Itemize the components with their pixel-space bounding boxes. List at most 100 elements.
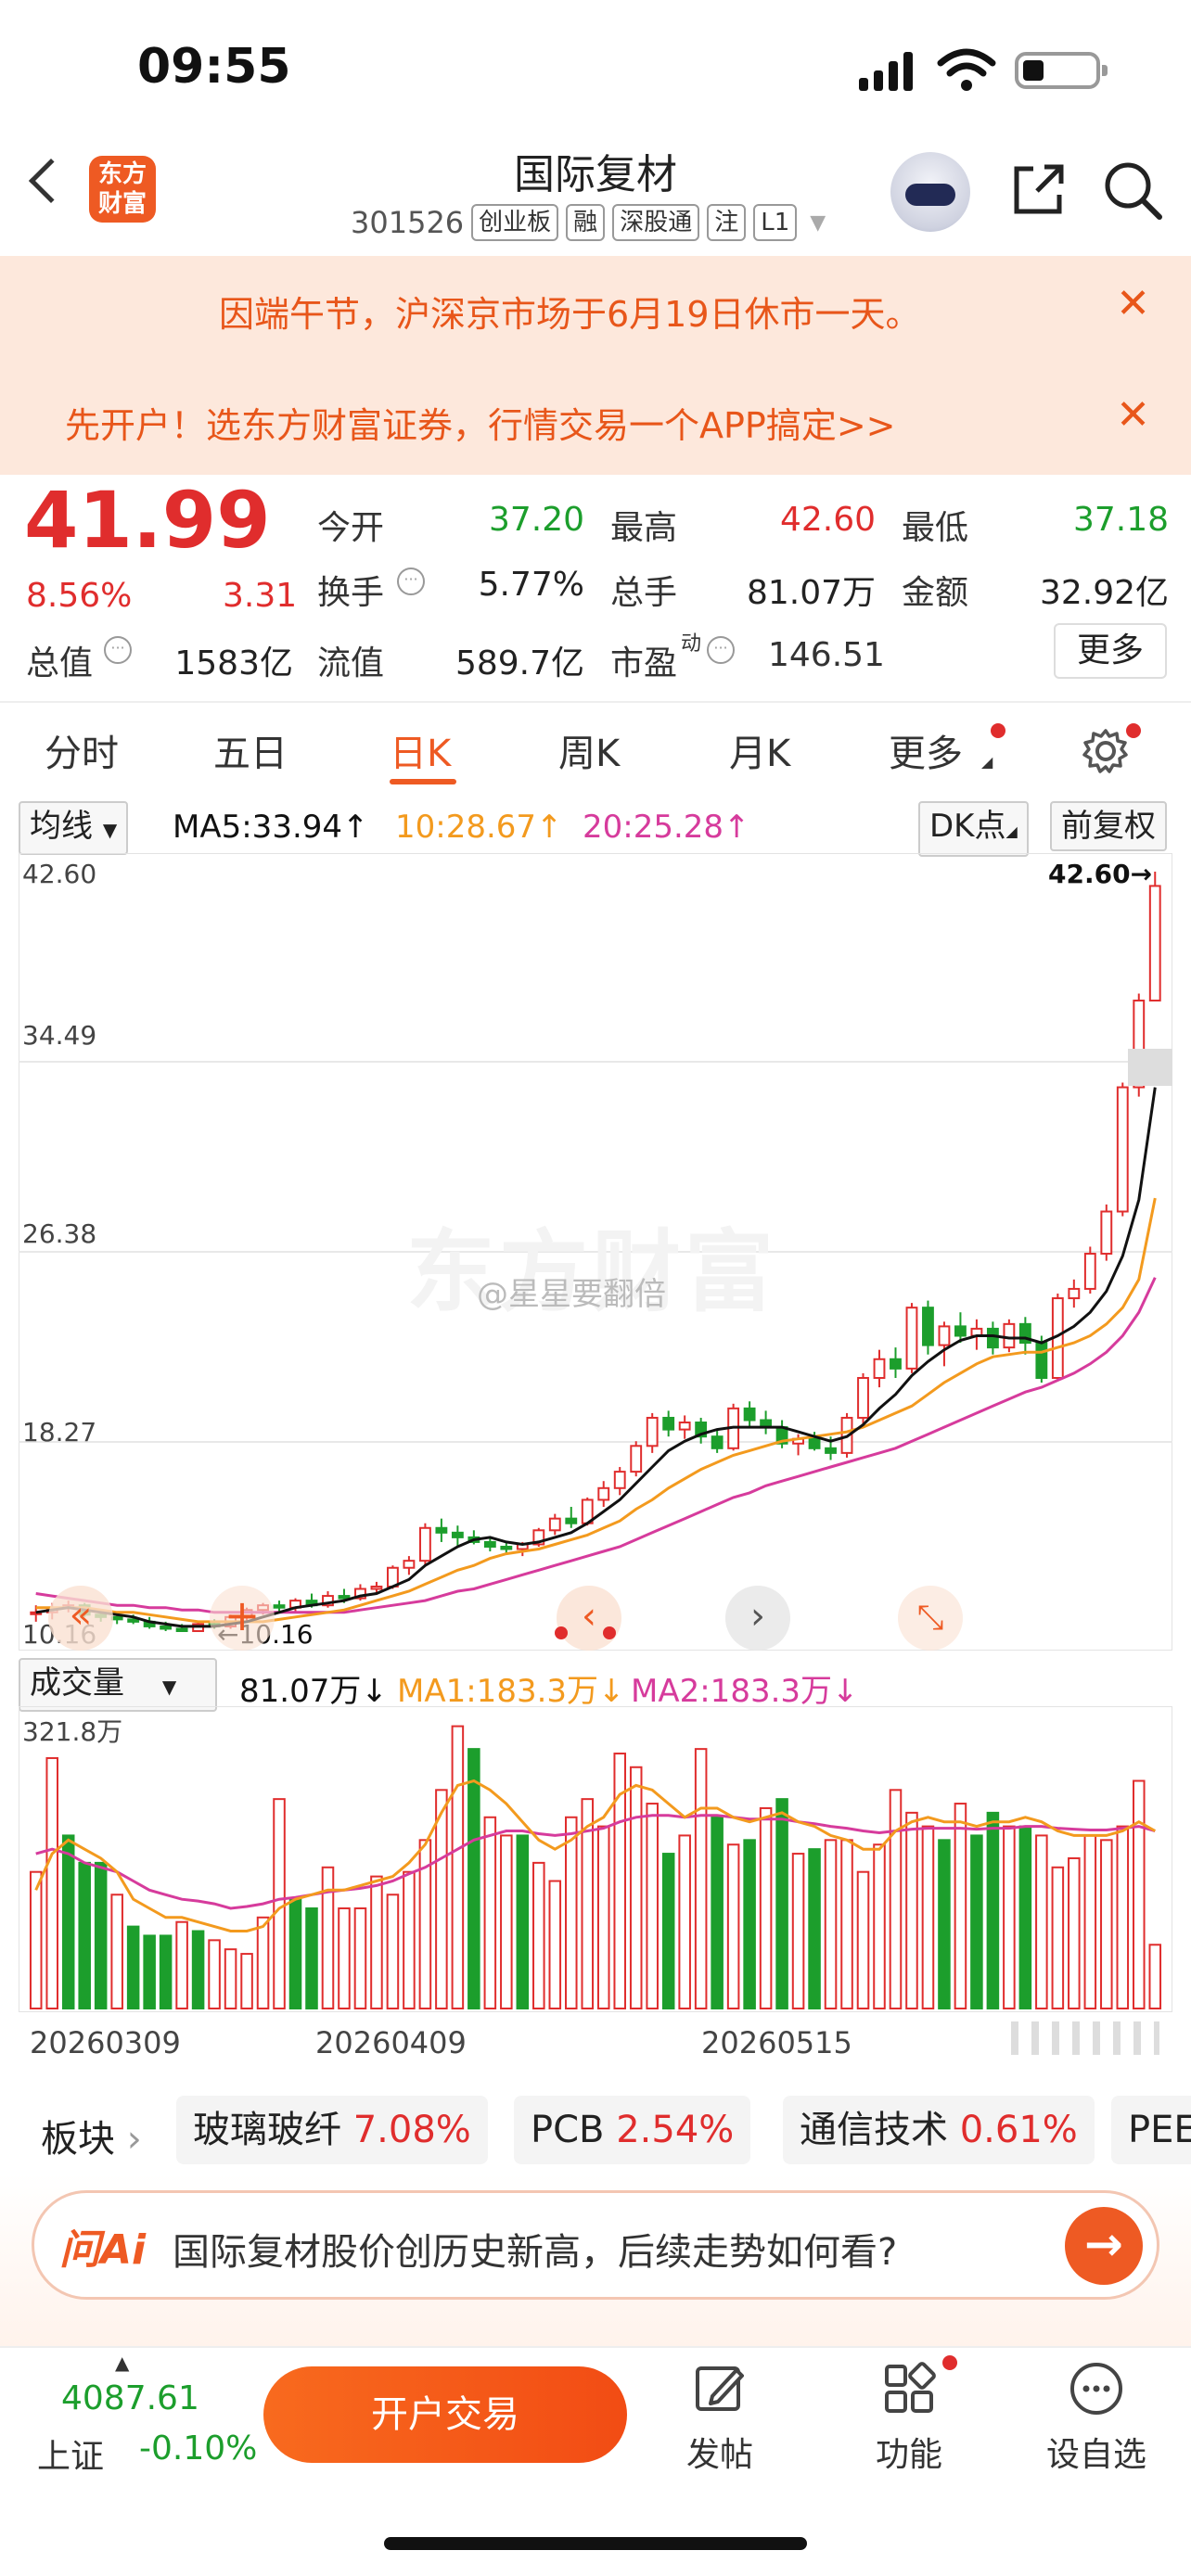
candle-body [418, 1526, 431, 1562]
volume-svg [19, 1706, 1172, 2012]
notice-banners: 因端午节，沪深京市场于6月19日休市一天。 ✕ 先开户！选东方财富证券，行情交易… [0, 256, 1191, 475]
stock-subtitle[interactable]: 301526 创业板 融 深股通 注 L1 ▼ [351, 204, 826, 241]
high-marker: 42.60→ [1048, 859, 1153, 889]
ai-question[interactable]: 国际复材股价创历史新高，后续走势如何看? [173, 2222, 897, 2276]
volume-ma2: MA2:183.3万↓ [631, 1673, 859, 1710]
volume-value: 81.07万↓ [239, 1673, 388, 1710]
ma10-value: 10:28.67↑ [395, 809, 563, 846]
volume-bar [29, 1870, 43, 2009]
nav-label-functions[interactable]: 功能 [844, 2428, 974, 2476]
volume-bar [78, 1861, 91, 2009]
candle-body [160, 1625, 173, 1630]
sector-chip[interactable]: PEE [1111, 2096, 1191, 2164]
volume-bar [986, 1811, 1000, 2009]
volume-selector-label: 成交量 [30, 1664, 124, 1702]
more-icon[interactable] [1069, 2361, 1124, 2417]
kline-chart[interactable]: 42.60 34.49 26.38 18.27 10.16 42.60→ ←10… [19, 853, 1172, 1651]
info-icon[interactable]: ··· [104, 636, 132, 664]
volume-bar [678, 1834, 691, 2009]
tab-intraday[interactable]: 分时 [45, 723, 119, 777]
volume-bar [321, 1866, 335, 2009]
candle-body [370, 1585, 383, 1590]
volume-bar [905, 1811, 918, 2009]
volume-bar [467, 1748, 480, 2010]
close-icon[interactable]: ✕ [1116, 391, 1150, 439]
battery-icon [1015, 52, 1108, 89]
sector-chip[interactable]: 玻璃玻纤 7.08% [176, 2096, 488, 2164]
volume-bar [45, 1756, 58, 2010]
ma5-value: MA5:33.94↑ [173, 809, 369, 846]
candle-body [403, 1560, 416, 1569]
candle-body [273, 1604, 286, 1609]
info-icon[interactable]: ··· [707, 636, 735, 664]
tab-five-day[interactable]: 五日 [213, 723, 288, 777]
tab-monthly-k[interactable]: 月K [729, 723, 790, 777]
price-adjust-button[interactable]: 前复权 [1050, 801, 1167, 851]
tab-daily-k[interactable]: 日K [390, 723, 451, 777]
active-tab-indicator [390, 779, 456, 784]
y-tick-label: 34.49 [22, 1020, 97, 1051]
index-value[interactable]: 4087.61 [61, 2379, 199, 2417]
value-turnover: 5.77% [478, 566, 584, 604]
fullscreen-icon[interactable]: ⤡ [898, 1586, 963, 1651]
gear-icon[interactable] [1080, 725, 1132, 777]
sector-label[interactable]: 板块 › [41, 2109, 142, 2162]
dk-point-button[interactable]: DK点◢ [918, 801, 1029, 857]
volume-bar [288, 1898, 302, 2009]
volume-chart[interactable]: 321.8万 [19, 1706, 1172, 2012]
first-page-icon[interactable]: « [48, 1586, 113, 1651]
volume-bar [126, 1925, 140, 2010]
ma5-line [35, 1087, 1157, 1628]
change-percent: 8.56% [26, 577, 133, 615]
volume-bar [143, 1934, 156, 2010]
more-quote-button[interactable]: 更多 [1054, 623, 1167, 679]
trade-button[interactable]: 开户交易 [263, 2366, 627, 2463]
search-icon[interactable] [1102, 159, 1163, 221]
volume-indicator-selector[interactable]: 成交量 ▼ [19, 1658, 217, 1712]
sector-row: 板块 › 玻璃玻纤 7.08% PCB 2.54% 通信技术 0.61% PEE [0, 2088, 1191, 2174]
candle-body [678, 1422, 691, 1431]
candle-body [954, 1325, 967, 1337]
open-account-promo[interactable]: 先开户！选东方财富证券，行情交易一个APP搞定>> [65, 397, 896, 448]
indicator-selector[interactable]: 均线 ▼ [19, 801, 129, 855]
volume-bar [873, 1843, 886, 2009]
tab-weekly-k[interactable]: 周K [558, 723, 620, 777]
volume-bar [661, 1853, 675, 2009]
nav-label-post[interactable]: 发帖 [655, 2428, 785, 2476]
share-icon[interactable] [1009, 159, 1069, 219]
close-icon[interactable]: ✕ [1116, 280, 1150, 327]
volume-bar [240, 1953, 253, 2010]
zoom-in-icon[interactable]: + [210, 1586, 275, 1651]
grid-icon[interactable] [881, 2361, 937, 2417]
prev-icon[interactable]: ‹ [557, 1586, 621, 1651]
home-indicator[interactable] [384, 2537, 807, 2550]
index-name[interactable]: 上证 [37, 2429, 104, 2478]
next-icon[interactable]: › [725, 1586, 790, 1651]
holiday-notice[interactable]: 因端午节，沪深京市场于6月19日休市一天。 [219, 286, 921, 337]
volume-bar [256, 1916, 270, 2010]
info-icon[interactable]: ··· [397, 567, 425, 595]
candle-body [451, 1531, 464, 1538]
volume-bar [208, 1939, 221, 2010]
sector-chip[interactable]: PCB 2.54% [514, 2096, 751, 2164]
arrow-right-icon[interactable]: → [1065, 2207, 1143, 2285]
candle-body [1035, 1342, 1048, 1379]
ai-robot-icon[interactable] [890, 152, 970, 232]
tab-more[interactable]: 更多 [889, 723, 963, 777]
volume-bar [856, 1870, 870, 2009]
candle-body [646, 1416, 659, 1447]
volume-bar [921, 1825, 935, 2009]
value-high: 42.60 [779, 501, 876, 539]
nav-label-watchlist[interactable]: 设自选 [1031, 2428, 1161, 2476]
scroll-handle[interactable] [1011, 2021, 1159, 2055]
index-change[interactable]: -0.10% [139, 2429, 257, 2468]
sector-chip[interactable]: 通信技术 0.61% [783, 2096, 1095, 2164]
tag-level: L1 [753, 204, 798, 241]
y-tick-label: 42.60 [22, 859, 97, 889]
dk-point-label: DK点 [929, 808, 1006, 845]
label-market-cap: 总值 [26, 644, 94, 682]
pe-superscript: 动 [681, 632, 702, 656]
candle-body [825, 1447, 837, 1454]
value-float-cap: 589.7亿 [455, 644, 584, 682]
edit-icon[interactable] [692, 2361, 748, 2417]
